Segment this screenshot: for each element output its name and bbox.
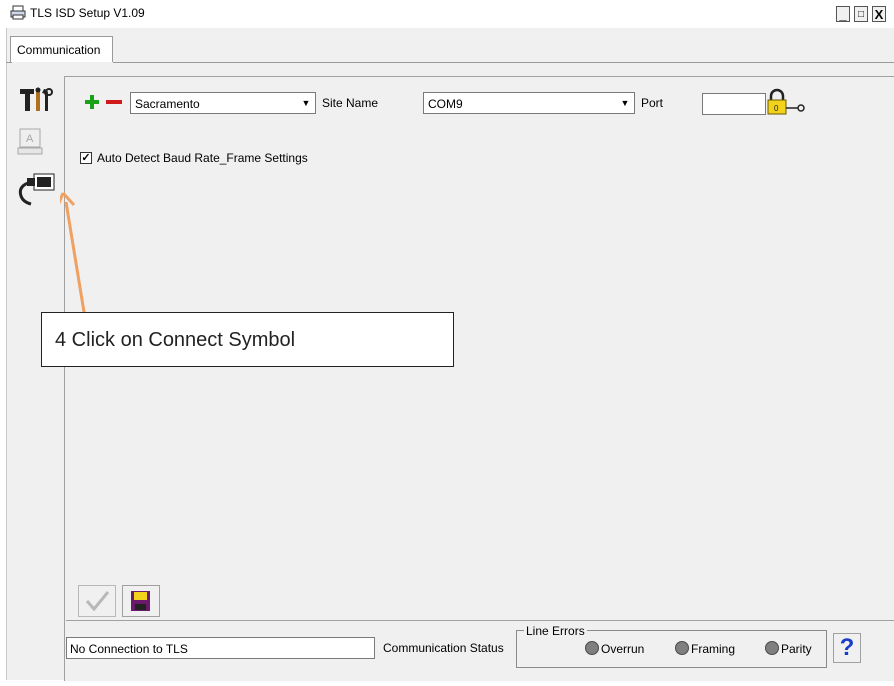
site-name-dropdown[interactable]: Sacramento ▼ [130, 92, 316, 114]
framing-label: Framing [691, 642, 736, 656]
connect-button[interactable] [16, 172, 58, 206]
callout-box: 4 Click on Connect Symbol [41, 312, 454, 367]
lock-button[interactable]: 0 [766, 88, 806, 118]
window-title: TLS ISD Setup V1.09 [30, 6, 145, 20]
callout-arrow [60, 191, 87, 319]
communication-status-label: Communication Status [383, 641, 504, 655]
remove-site-button[interactable] [104, 94, 124, 110]
connection-status-field: No Connection to TLS [66, 637, 375, 659]
svg-text:A: A [26, 133, 34, 145]
close-button[interactable]: X [872, 6, 886, 22]
tab-divider [113, 62, 894, 63]
site-name-label: Site Name [322, 96, 379, 110]
overrun-label: Overrun [601, 642, 645, 656]
tools-icon [20, 87, 53, 111]
help-button[interactable]: ? [833, 633, 861, 663]
parity-label: Parity [781, 642, 812, 656]
chevron-down-icon: ▼ [620, 98, 630, 108]
help-icon: ? [839, 634, 855, 661]
port-label: Port [641, 96, 664, 110]
app-printer-icon [10, 5, 26, 20]
maximize-button[interactable]: □ [854, 6, 868, 22]
minus-icon [106, 100, 122, 104]
auto-detect-checkbox[interactable]: ✓ [80, 152, 92, 164]
save-disk-icon [131, 591, 150, 611]
connect-cable-icon [18, 173, 55, 206]
minimize-button[interactable]: _ [836, 6, 850, 22]
password-field[interactable] [702, 93, 766, 115]
parity-indicator [765, 641, 779, 655]
apply-button[interactable] [78, 585, 116, 617]
overrun-indicator [585, 641, 599, 655]
auto-detect-label: Auto Detect Baud Rate_Frame Settings [97, 151, 308, 165]
display-button[interactable]: A [16, 126, 58, 160]
line-errors-legend: Line Errors [524, 624, 587, 638]
svg-text:0: 0 [774, 104, 779, 113]
plus-icon [85, 95, 99, 109]
chevron-down-icon: ▼ [301, 98, 311, 108]
communication-panel [64, 76, 894, 681]
add-site-button[interactable] [84, 94, 100, 110]
tools-button[interactable] [16, 86, 58, 120]
tab-communication[interactable]: Communication [10, 36, 113, 62]
tab-divider [6, 62, 12, 63]
bottom-divider [66, 620, 894, 621]
port-value: COM9 [428, 97, 463, 111]
save-button[interactable] [122, 585, 160, 617]
port-dropdown[interactable]: COM9 ▼ [423, 92, 635, 114]
framing-indicator [675, 641, 689, 655]
checkmark-icon [85, 591, 110, 612]
site-name-value: Sacramento [135, 97, 200, 111]
lock-key-icon: 0 [767, 88, 805, 115]
monitor-icon: A [17, 128, 43, 155]
